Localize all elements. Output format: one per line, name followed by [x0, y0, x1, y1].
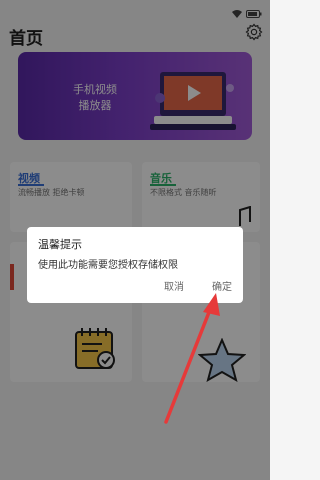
- cancel-button[interactable]: 取消: [164, 278, 184, 293]
- permission-dialog: 温馨提示 使用此功能需要您授权存储权限 取消 确定: [27, 227, 243, 303]
- dialog-message: 使用此功能需要您授权存储权限: [38, 260, 178, 271]
- dialog-title: 温馨提示: [38, 238, 82, 251]
- confirm-button[interactable]: 确定: [212, 278, 232, 293]
